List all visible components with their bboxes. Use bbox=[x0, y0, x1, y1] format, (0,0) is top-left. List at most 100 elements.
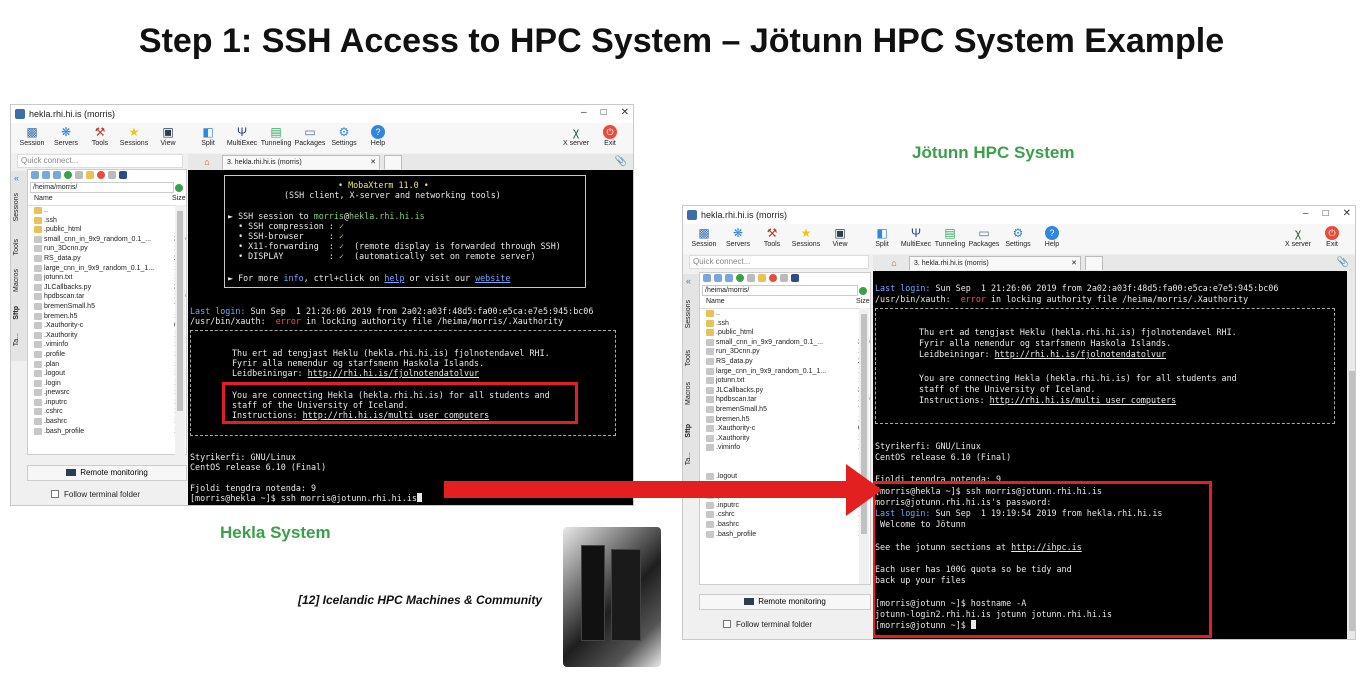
attach-icon[interactable]: 📎 bbox=[615, 156, 627, 167]
multiexec-button[interactable]: Ψ MultiExec bbox=[225, 123, 259, 147]
name-column-header[interactable]: Name bbox=[34, 195, 172, 205]
view-button[interactable]: ▣ View bbox=[823, 224, 857, 248]
close-icon[interactable]: ✕ bbox=[1343, 208, 1351, 219]
download-icon[interactable] bbox=[42, 171, 50, 179]
side-tab-ta[interactable]: Ta... bbox=[685, 452, 692, 465]
jotunn-terminal-scrollbar[interactable] bbox=[1347, 271, 1355, 639]
tab-close-icon[interactable]: ✕ bbox=[370, 156, 376, 169]
attach-icon[interactable]: 📎 bbox=[1337, 257, 1349, 268]
home-icon[interactable]: ⌂ bbox=[200, 156, 214, 169]
file-row[interactable]: .public_html bbox=[700, 328, 870, 338]
refresh-icon[interactable] bbox=[736, 274, 744, 282]
sftp-path-field[interactable]: /heima/morris/ bbox=[30, 182, 183, 193]
help-button[interactable]: ? Help bbox=[361, 123, 395, 147]
rename-icon[interactable] bbox=[780, 274, 788, 282]
packages-button[interactable]: ▭ Packages bbox=[293, 123, 327, 147]
file-row[interactable]: bremenSmall.h570 bbox=[28, 302, 186, 312]
split-button[interactable]: ◧ Split bbox=[191, 123, 225, 147]
settings-button[interactable]: ⚙ Settings bbox=[1001, 224, 1035, 248]
file-row[interactable]: jotunn.txt1 bbox=[700, 376, 870, 386]
up-icon[interactable] bbox=[31, 171, 39, 179]
delete-icon[interactable] bbox=[97, 171, 105, 179]
jotunn-terminal[interactable]: Last login: Sun Sep 1 21:26:06 2019 from… bbox=[873, 271, 1347, 639]
help-link[interactable]: help bbox=[384, 273, 404, 283]
tools-button[interactable]: ⚒ Tools bbox=[755, 224, 789, 248]
rhi-link[interactable]: http://rhi.hi.is/fjolnotendatolvur bbox=[308, 368, 479, 378]
servers-button[interactable]: ❋ Servers bbox=[721, 224, 755, 248]
file-row[interactable]: RS_data.py20 bbox=[28, 254, 186, 264]
follow-terminal-checkbox[interactable]: Follow terminal folder bbox=[51, 490, 140, 499]
file-row[interactable]: .bashrc1 bbox=[700, 520, 870, 530]
file-row[interactable]: .cshrc1 bbox=[28, 407, 186, 417]
multiexec-button[interactable]: Ψ MultiExec bbox=[899, 224, 933, 248]
servers-button[interactable]: ❋ Servers bbox=[49, 123, 83, 147]
new-folder-icon[interactable] bbox=[758, 274, 766, 282]
file-row[interactable]: .viminfo1 bbox=[28, 340, 186, 350]
quick-connect-input[interactable]: Quick connect... bbox=[689, 255, 869, 269]
xserver-button[interactable]: χX server bbox=[1281, 224, 1315, 248]
file-row[interactable]: .profile1 bbox=[28, 350, 186, 360]
tab-close-icon[interactable]: ✕ bbox=[1071, 257, 1077, 270]
file-row[interactable]: .viminfo1 bbox=[700, 443, 870, 453]
remote-monitoring-button[interactable]: Remote monitoring bbox=[699, 594, 871, 610]
side-tab-tools[interactable]: Tools bbox=[13, 239, 20, 255]
file-row[interactable]: .inputrc1 bbox=[700, 501, 870, 511]
file-row[interactable]: .Xauthority1 bbox=[28, 331, 186, 341]
maximize-icon[interactable]: □ bbox=[1323, 208, 1329, 219]
minimize-icon[interactable]: – bbox=[581, 107, 587, 118]
remote-monitoring-button[interactable]: Remote monitoring bbox=[27, 465, 187, 481]
file-row[interactable]: .public_html bbox=[28, 225, 186, 235]
file-row[interactable]: .bashrc1 bbox=[28, 417, 186, 427]
checkbox-icon[interactable] bbox=[51, 490, 59, 498]
new-file-icon[interactable] bbox=[75, 171, 83, 179]
download-icon[interactable] bbox=[714, 274, 722, 282]
sftp-path-field[interactable]: /heima/morris/ bbox=[702, 285, 867, 296]
close-icon[interactable]: ✕ bbox=[621, 107, 629, 118]
file-row[interactable]: large_cnn_in_9x9_random_0.1_1...11 bbox=[28, 264, 186, 274]
file-row[interactable]: .login1 bbox=[28, 379, 186, 389]
size-column-header[interactable]: Size bbox=[172, 195, 186, 205]
checkbox-icon[interactable] bbox=[723, 620, 731, 628]
sessions-button[interactable]: ★ Sessions bbox=[117, 123, 151, 147]
upload-icon[interactable] bbox=[725, 274, 733, 282]
side-tab-sessions[interactable]: Sessions bbox=[685, 300, 692, 328]
session-button[interactable]: ▩ Session bbox=[687, 224, 721, 248]
session-button[interactable]: ▩ Session bbox=[15, 123, 49, 147]
tools-button[interactable]: ⚒ Tools bbox=[83, 123, 117, 147]
file-row[interactable]: bremen.h51 bbox=[28, 312, 186, 322]
side-tab-sftp[interactable]: Sftp bbox=[685, 424, 692, 438]
file-row[interactable] bbox=[700, 539, 870, 549]
delete-icon[interactable] bbox=[769, 274, 777, 282]
side-tab-sftp[interactable]: Sftp bbox=[13, 306, 20, 320]
refresh-icon[interactable] bbox=[64, 171, 72, 179]
file-row[interactable]: .Xauthority1 bbox=[700, 434, 870, 444]
file-row[interactable]: run_3Dcnn.py12 bbox=[28, 244, 186, 254]
file-row[interactable]: .ssh bbox=[700, 319, 870, 329]
home-icon[interactable]: ⌂ bbox=[887, 257, 901, 270]
minimize-icon[interactable]: – bbox=[1303, 208, 1309, 219]
file-row[interactable]: .inputrc1 bbox=[28, 398, 186, 408]
file-row[interactable]: .bash_profile1 bbox=[28, 427, 186, 437]
new-folder-icon[interactable] bbox=[86, 171, 94, 179]
file-row[interactable] bbox=[700, 453, 870, 463]
new-tab-button[interactable] bbox=[1085, 256, 1103, 270]
bookmark-icon[interactable] bbox=[791, 274, 799, 282]
file-row[interactable] bbox=[700, 463, 870, 473]
new-file-icon[interactable] bbox=[747, 274, 755, 282]
up-icon[interactable] bbox=[703, 274, 711, 282]
new-tab-button[interactable] bbox=[384, 155, 402, 169]
side-tab-macros[interactable]: Macros bbox=[13, 269, 20, 292]
hekla-terminal[interactable]: • MobaXterm 11.0 • (SSH client, X-server… bbox=[188, 170, 633, 505]
file-row[interactable]: .Xauthority-c0 bbox=[28, 321, 186, 331]
file-row[interactable]: small_cnn_in_9x9_random_0.1_...360 bbox=[700, 338, 870, 348]
file-row[interactable]: large_cnn_in_9x9_random_0.1_1...11 bbox=[700, 367, 870, 377]
jotunn-sftp-scrollbar[interactable] bbox=[859, 308, 869, 584]
file-row[interactable]: .. bbox=[28, 206, 186, 216]
name-column-header[interactable]: Name bbox=[706, 298, 856, 308]
follow-terminal-checkbox[interactable]: Follow terminal folder bbox=[723, 620, 812, 629]
view-button[interactable]: ▣ View bbox=[151, 123, 185, 147]
file-row[interactable]: bremenSmall.h570 bbox=[700, 405, 870, 415]
maximize-icon[interactable]: □ bbox=[601, 107, 607, 118]
file-row[interactable]: JLCallbacks.py3 bbox=[28, 283, 186, 293]
collapse-icon[interactable]: « bbox=[686, 276, 691, 286]
